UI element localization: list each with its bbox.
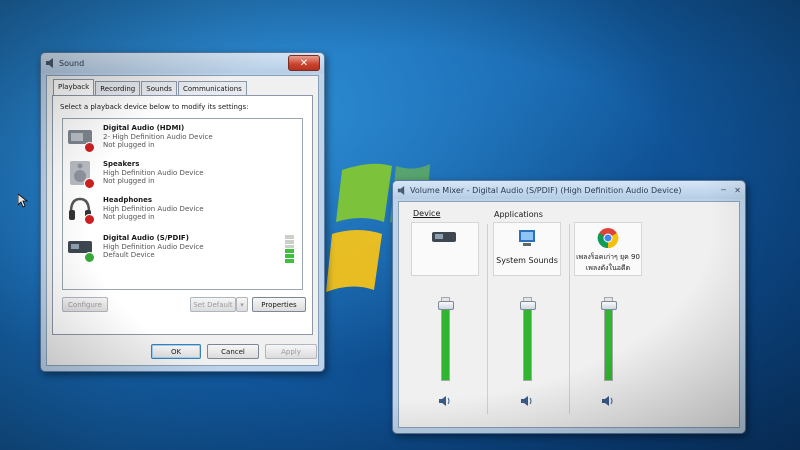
instruction-text: Select a playback device below to modify… [60, 103, 249, 111]
mixer-title: Volume Mixer - Digital Audio (S/PDIF) (H… [410, 185, 682, 195]
mixer-client: Device Applications System Sounds เพลงร็… [398, 201, 740, 428]
device-description: High Definition Audio Device [103, 243, 204, 251]
device-item-headphones[interactable]: Headphones High Definition Audio Device … [63, 193, 302, 229]
device-item-hdmi[interactable]: Digital Audio (HDMI) 2- High Definition … [63, 121, 302, 157]
not-plugged-in-icon [84, 178, 95, 189]
not-plugged-in-icon [84, 214, 95, 225]
sound-title: Sound [59, 58, 85, 68]
device-section-label: Device [413, 209, 441, 218]
cancel-button[interactable]: Cancel [207, 344, 259, 359]
tab-communications[interactable]: Communications [177, 81, 247, 96]
speaker-mute-icon[interactable] [438, 395, 452, 407]
volume-slider-thumb[interactable] [520, 300, 536, 310]
device-name: Digital Audio (S/PDIF) [103, 234, 189, 242]
close-icon[interactable]: ✕ [734, 186, 741, 195]
close-button[interactable]: ✕ [288, 55, 320, 71]
set-default-button[interactable]: Set Default [190, 297, 236, 312]
device-state: Not plugged in [103, 177, 155, 185]
volume-slider-thumb[interactable] [438, 300, 454, 310]
mixer-app-icon [397, 185, 405, 195]
sound-dialog: Sound ✕ Playback Recording Sounds Commun… [40, 52, 325, 372]
volume-mixer-window: Volume Mixer - Digital Audio (S/PDIF) (H… [392, 180, 746, 434]
volume-slider-thumb[interactable] [601, 300, 617, 310]
volume-fill [524, 304, 531, 380]
digital-audio-device-icon[interactable] [431, 230, 457, 244]
not-plugged-in-icon [84, 142, 95, 153]
device-item-spdif[interactable]: Digital Audio (S/PDIF) High Definition A… [63, 231, 302, 267]
playback-panel: Select a playback device below to modify… [52, 95, 313, 335]
level-meter [285, 235, 294, 263]
device-name: Speakers [103, 160, 140, 168]
default-device-check-icon [84, 252, 95, 263]
device-item-speakers[interactable]: Speakers High Definition Audio Device No… [63, 157, 302, 193]
tab-recording[interactable]: Recording [95, 81, 141, 96]
tab-sounds[interactable]: Sounds [141, 81, 177, 96]
volume-slider[interactable] [601, 297, 617, 381]
channel-name: เพลงร็อคเก่าๆ ยุค 90 เพลงดังในอดีต [576, 253, 640, 272]
device-state: Not plugged in [103, 141, 155, 149]
sound-client: Playback Recording Sounds Communications… [46, 75, 319, 366]
section-divider [487, 224, 488, 414]
speaker-app-icon [46, 58, 53, 68]
chrome-icon[interactable] [597, 227, 619, 249]
channel-name: System Sounds [496, 256, 558, 265]
device-description: High Definition Audio Device [103, 205, 204, 213]
device-state: Not plugged in [103, 213, 155, 221]
close-icon: ✕ [299, 57, 309, 69]
apply-button[interactable]: Apply [265, 344, 317, 359]
chevron-down-icon: ▾ [240, 300, 244, 309]
minimize-icon[interactable]: ‒ [721, 185, 727, 195]
volume-fill [605, 304, 612, 380]
mouse-cursor-icon [18, 194, 28, 208]
sound-tabs: Playback Recording Sounds Communications [53, 79, 248, 96]
mixer-channel-chrome: เพลงร็อคเก่าๆ ยุค 90 เพลงดังในอดีต [570, 222, 646, 417]
device-state: Default Device [103, 251, 155, 259]
applications-section-label: Applications [494, 210, 543, 219]
configure-button[interactable]: Configure [62, 297, 108, 312]
device-description: 2- High Definition Audio Device [103, 133, 213, 141]
system-sounds-icon[interactable] [517, 228, 537, 248]
volume-slider[interactable] [520, 297, 536, 381]
set-default-dropdown[interactable]: ▾ [236, 297, 248, 312]
speaker-mute-icon[interactable] [520, 395, 534, 407]
ok-button[interactable]: OK [151, 344, 201, 359]
device-name: Digital Audio (HDMI) [103, 124, 185, 132]
properties-button[interactable]: Properties [252, 297, 306, 312]
mixer-channel-system-sounds: System Sounds [489, 222, 565, 417]
mixer-titlebar[interactable]: Volume Mixer - Digital Audio (S/PDIF) (H… [393, 181, 745, 199]
device-list[interactable]: Digital Audio (HDMI) 2- High Definition … [62, 118, 303, 290]
sound-titlebar[interactable]: Sound ✕ [41, 53, 324, 73]
device-name: Headphones [103, 196, 153, 204]
speaker-mute-icon[interactable] [601, 395, 615, 407]
mixer-channel-device [407, 222, 483, 417]
volume-slider[interactable] [438, 297, 454, 381]
volume-fill [442, 304, 449, 380]
device-description: High Definition Audio Device [103, 169, 204, 177]
tab-playback[interactable]: Playback [53, 79, 95, 96]
